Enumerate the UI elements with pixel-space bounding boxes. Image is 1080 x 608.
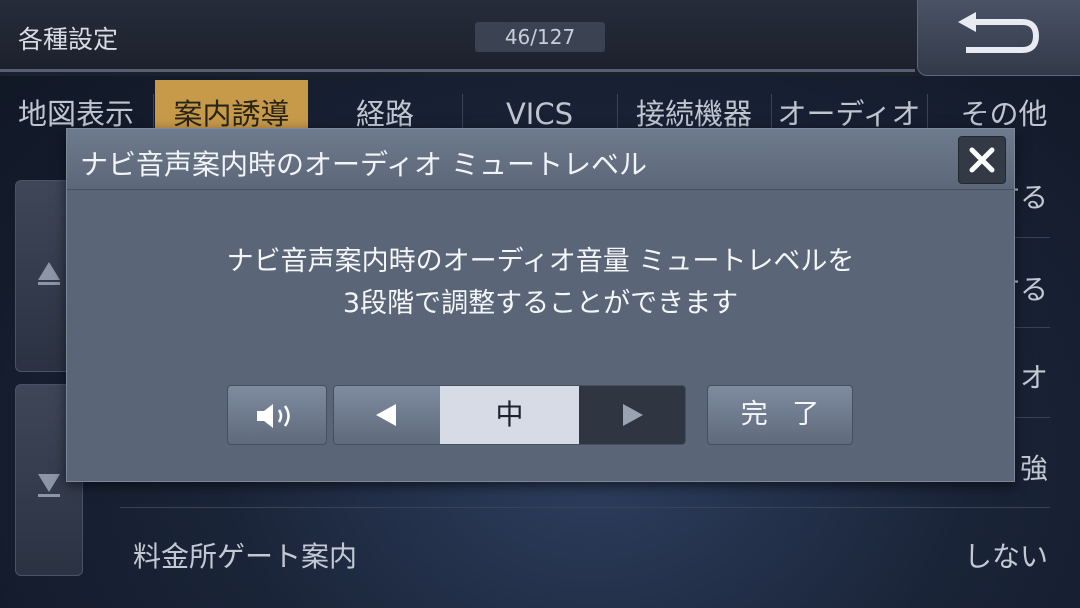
dialog-message-line: 3段階で調整することができます <box>342 288 739 319</box>
triangle-left-icon <box>376 404 396 426</box>
row-divider <box>120 507 1050 508</box>
done-button[interactable]: 完 了 <box>707 385 853 445</box>
mute-level-stepper: 中 <box>333 385 686 445</box>
sound-preview-button[interactable] <box>227 385 327 445</box>
decrease-level-button[interactable] <box>334 386 440 444</box>
toll-gate-guidance-label[interactable]: 料金所ゲート案内 <box>133 535 357 575</box>
mute-level-dialog: ナビ音声案内時のオーディオ ミュートレベル ナビ音声案内時のオーディオ音量 ミュ… <box>66 128 1015 482</box>
close-button[interactable] <box>958 136 1006 184</box>
dialog-message: ナビ音声案内時のオーディオ音量 ミュートレベルを 3段階で調整することができます <box>67 241 1014 325</box>
increase-level-button[interactable] <box>579 386 685 444</box>
triangle-right-icon <box>623 404 643 426</box>
page-counter: 46/127 <box>475 22 605 52</box>
triangle-up-icon <box>38 262 60 285</box>
page-title: 各種設定 <box>18 25 119 54</box>
triangle-down-icon <box>38 474 60 497</box>
mute-level-value: 中 <box>440 386 579 444</box>
setting-value[interactable]: 強 <box>1020 447 1048 487</box>
close-icon <box>969 147 995 173</box>
dialog-title: ナビ音声案内時のオーディオ ミュートレベル <box>80 148 647 181</box>
back-button[interactable] <box>917 0 1080 76</box>
dialog-titlebar: ナビ音声案内時のオーディオ ミュートレベル <box>67 129 1014 190</box>
toll-gate-guidance-value[interactable]: しない <box>964 535 1048 575</box>
speaker-icon <box>257 404 290 428</box>
return-arrow-icon <box>958 12 1040 53</box>
dialog-message-line: ナビ音声案内時のオーディオ音量 ミュートレベルを <box>226 246 855 277</box>
header-divider <box>0 69 915 72</box>
